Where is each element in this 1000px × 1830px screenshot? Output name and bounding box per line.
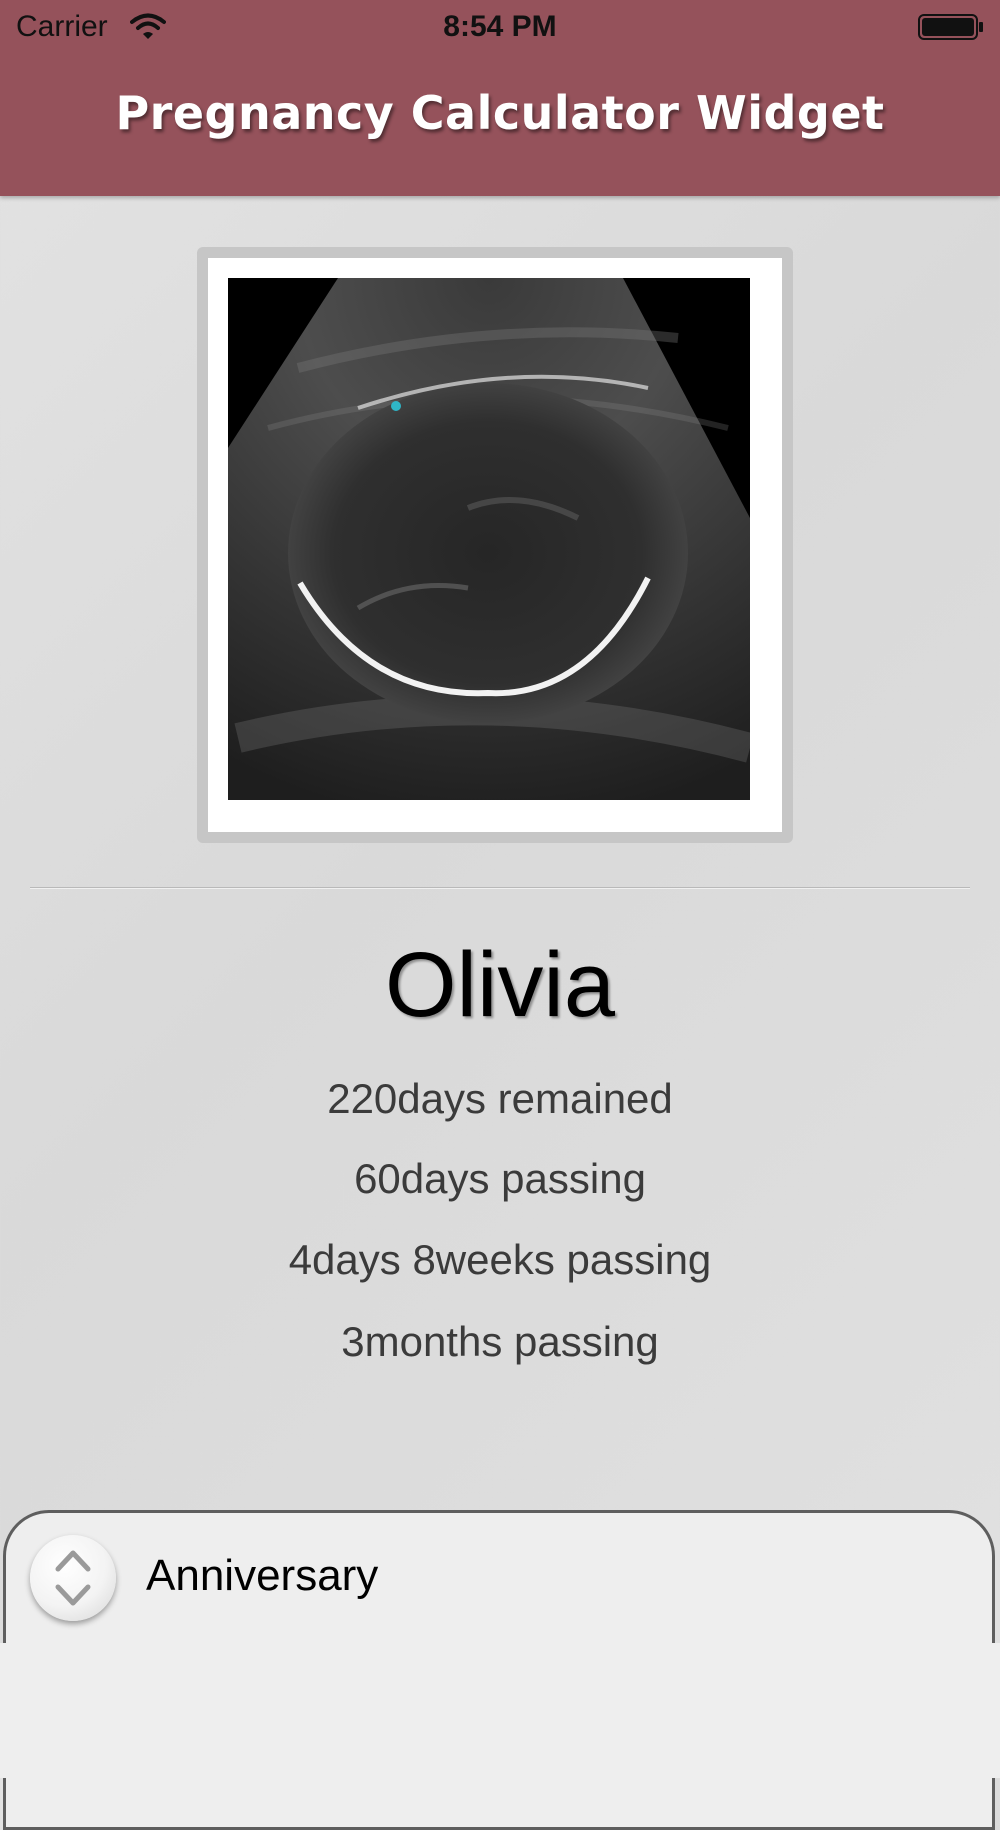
weeks-passing-text: 4days 8weeks passing xyxy=(288,1236,712,1283)
battery-icon xyxy=(918,14,983,40)
status-bar: Carrier 8:54 PM xyxy=(0,0,1000,54)
photo-frame xyxy=(197,247,793,843)
chevron-up-down-icon xyxy=(55,1550,91,1606)
days-passing-text: 60days passing xyxy=(354,1155,646,1202)
ultrasound-image[interactable] xyxy=(228,278,750,800)
days-remained-text: 220days remained xyxy=(327,1075,673,1122)
status-time: 8:54 PM xyxy=(443,10,557,43)
app-header: Carrier 8:54 PM Pregnancy Calculator Wid… xyxy=(0,0,1000,196)
months-passing-text: 3months passing xyxy=(341,1318,659,1365)
expand-toggle-button[interactable] xyxy=(30,1535,116,1621)
anniversary-label[interactable]: Anniversary xyxy=(146,1551,378,1601)
photo-mat xyxy=(208,258,782,832)
divider xyxy=(30,887,970,889)
page-title: Pregnancy Calculator Widget xyxy=(115,86,885,140)
panel-body xyxy=(0,1643,1000,1778)
baby-name: Olivia xyxy=(384,934,616,1036)
